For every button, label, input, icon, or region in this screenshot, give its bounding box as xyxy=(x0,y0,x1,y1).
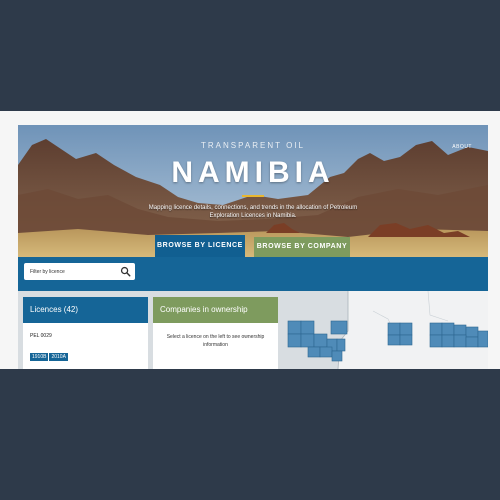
filter-bar xyxy=(18,257,488,291)
licence-item-pel-0029[interactable]: PEL 0029 xyxy=(30,333,52,339)
site-kicker: TRANSPARENT OIL xyxy=(201,141,305,150)
main-content: Licences (42) PEL 0029 1910B 2010A Compan… xyxy=(18,291,488,369)
licences-heading: Licences (42) xyxy=(23,297,148,323)
filter-licence-input[interactable] xyxy=(30,266,116,277)
tab-browse-by-licence[interactable]: BROWSE BY LICENCE xyxy=(155,235,245,257)
licence-map[interactable] xyxy=(278,291,488,369)
licence-block-tag[interactable]: 2010A xyxy=(49,353,68,361)
filter-box xyxy=(24,263,135,280)
web-page: ABOUT TRANSPARENT OIL NAMIBIA Mapping li… xyxy=(18,125,488,369)
companies-panel: Companies in ownership Select a licence … xyxy=(153,297,278,369)
companies-heading: Companies in ownership xyxy=(153,297,278,323)
browser-viewport: ABOUT TRANSPARENT OIL NAMIBIA Mapping li… xyxy=(0,111,500,369)
title-underline xyxy=(242,195,264,197)
hero-banner: ABOUT TRANSPARENT OIL NAMIBIA Mapping li… xyxy=(18,125,488,257)
page-subtitle: Mapping licence details, connections, an… xyxy=(148,205,358,219)
page-title: NAMIBIA xyxy=(171,156,335,189)
licence-block-tag[interactable]: 1910B xyxy=(30,353,49,361)
licence-tags: 1910B 2010A xyxy=(30,345,69,363)
tab-browse-by-company[interactable]: BROWSE BY COMPANY xyxy=(254,237,350,257)
licences-panel: Licences (42) PEL 0029 1910B 2010A xyxy=(23,297,148,369)
search-icon[interactable] xyxy=(120,266,131,277)
companies-empty-message: Select a licence on the left to see owne… xyxy=(166,334,265,348)
